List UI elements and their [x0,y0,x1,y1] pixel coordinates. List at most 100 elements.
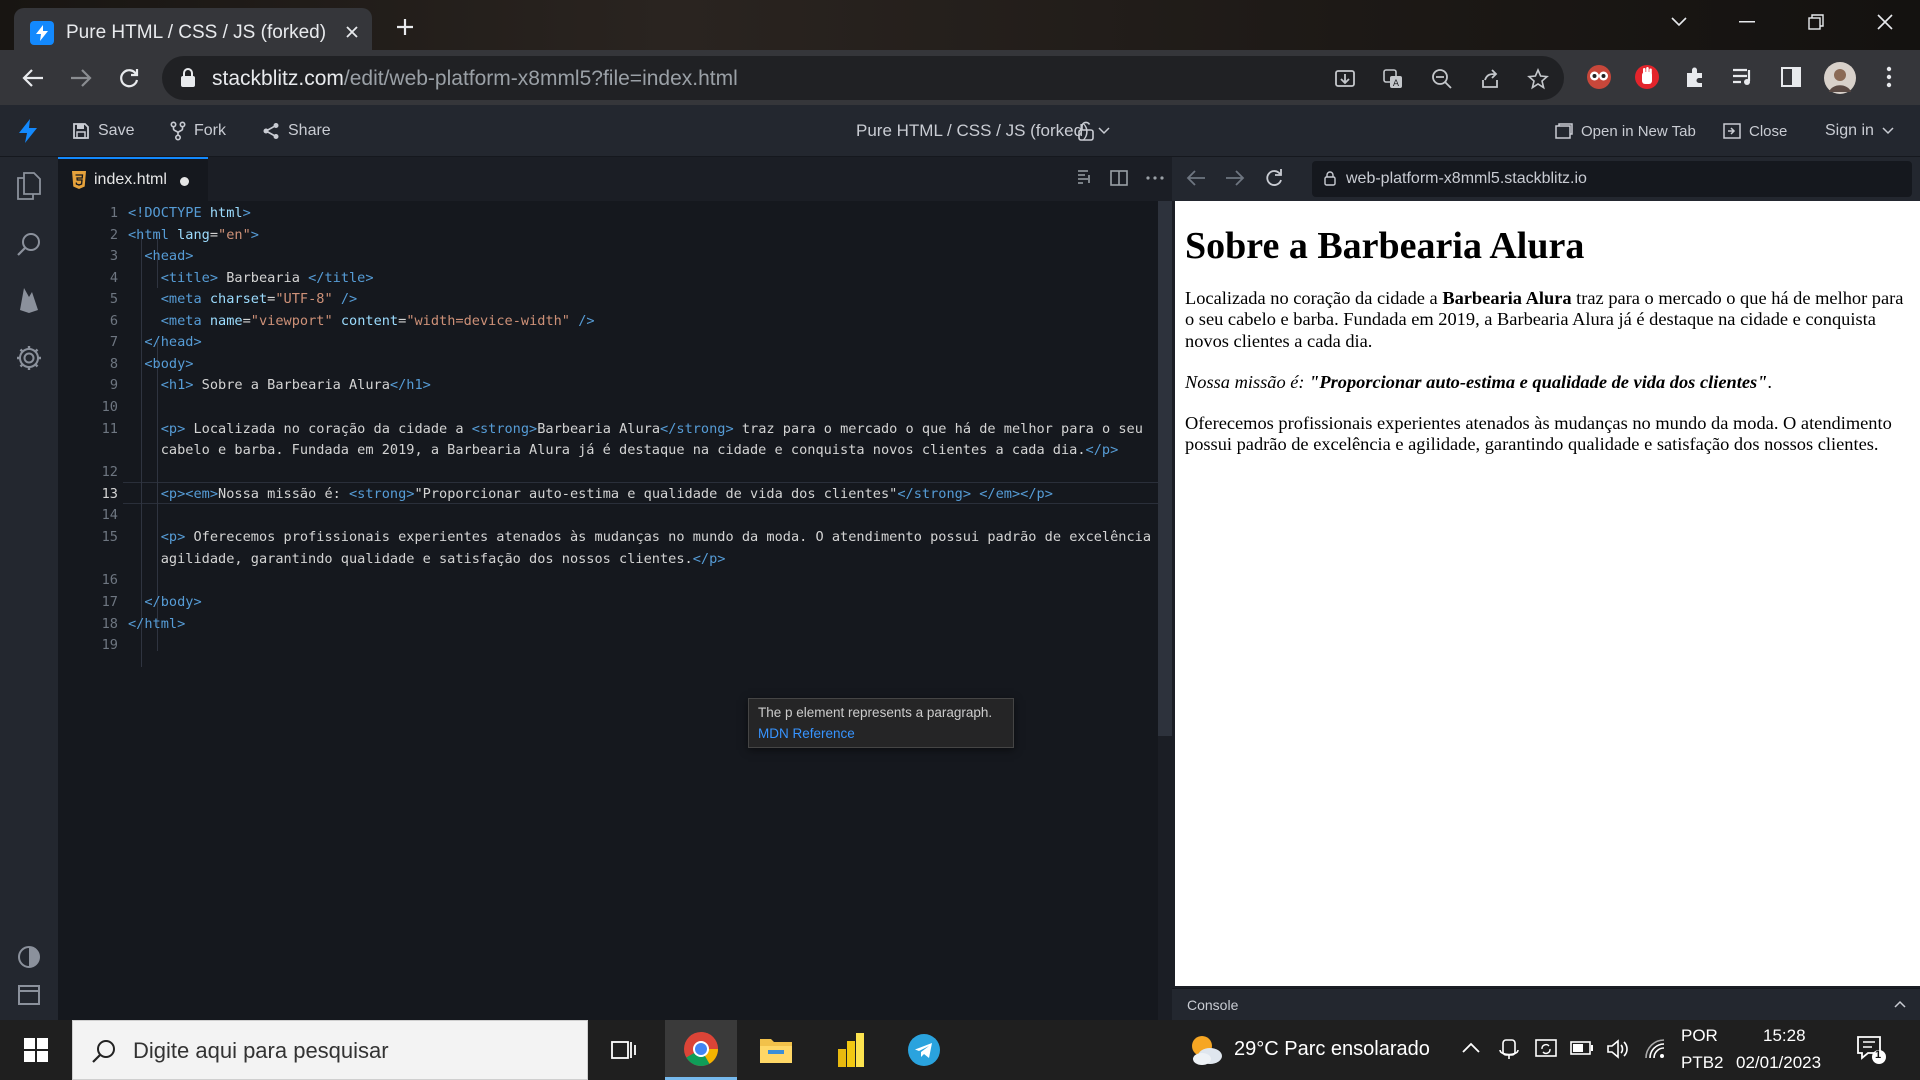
share-icon [263,123,279,139]
new-tab-button[interactable] [390,12,420,42]
language-indicator-1[interactable]: POR [1681,1026,1718,1046]
reload-icon[interactable] [114,63,144,93]
notification-badge: 1 [1875,1049,1882,1061]
extensions-puzzle-icon[interactable] [1681,63,1709,91]
preview-toolbar: web-platform-x8mml5.stackblitz.io [1172,157,1920,201]
share-button[interactable]: Share [262,119,331,143]
language-indicator-2[interactable]: PTB2 [1681,1053,1724,1073]
chevron-up-icon[interactable] [1894,1000,1906,1008]
more-actions-icon[interactable] [1146,176,1164,180]
split-editor-icon[interactable] [1110,169,1128,187]
telegram-icon[interactable] [888,1020,960,1080]
open-new-tab-label: Open in New Tab [1581,122,1696,140]
media-queue-icon[interactable] [1729,63,1757,91]
code-line: <p> Localizada no coração da cidade a <s… [160,421,1143,437]
tab-search-icon[interactable] [1659,8,1699,36]
preview-page: Sobre a Barbearia Alura Localizada no co… [1175,201,1920,986]
zoom-icon[interactable] [1429,66,1455,92]
preview-paragraph-1: Localizada no coração da cidade a Barbea… [1185,287,1904,352]
save-button[interactable]: Save [72,119,134,143]
browser-toolbar: stackblitz.com/edit/web-platform-x8mml5?… [0,50,1920,105]
preview-paragraph-2: Nossa missão é: "Proporcionar auto-estim… [1185,371,1772,392]
editor-scrollbar[interactable] [1158,201,1172,1020]
volume-icon[interactable] [1606,1038,1630,1060]
file-tab-index-html[interactable]: index.html [58,157,208,201]
notification-center-icon[interactable]: 1 [1856,1034,1886,1064]
clock-time[interactable]: 15:28 [1763,1026,1806,1046]
chrome-menu-icon[interactable] [1875,63,1903,91]
forward-arrow-icon[interactable] [66,63,96,93]
line-number: 15 [101,529,118,545]
code-line: </head> [144,334,202,350]
chevron-up-icon[interactable] [1462,1042,1480,1054]
preview-paragraph-3: Oferecemos profissionais experientes ate… [1185,412,1892,455]
open-new-tab-button[interactable]: Open in New Tab [1555,119,1696,143]
search-icon[interactable] [14,229,44,259]
preview-url-text: web-platform-x8mml5.stackblitz.io [1346,170,1587,187]
power-bi-icon[interactable] [815,1020,887,1080]
sync-icon[interactable] [1534,1038,1558,1060]
windows-start-icon[interactable] [0,1020,72,1080]
taskbar-search-box[interactable]: Digite aqui para pesquisar [72,1020,588,1080]
line-number: 10 [101,399,118,415]
stackblitz-logo-icon[interactable] [18,119,38,143]
line-number: 13 [101,486,118,502]
layout-panel-icon[interactable] [14,980,44,1010]
share-page-icon[interactable] [1477,66,1503,92]
stackblitz-favicon-icon [30,21,54,45]
theme-toggle-icon[interactable] [14,942,44,972]
weather-icon[interactable] [1188,1033,1224,1067]
visibility-toggle[interactable] [1078,119,1110,143]
format-icon[interactable] [1076,169,1092,187]
bookmark-star-icon[interactable] [1525,66,1551,92]
line-number: 9 [109,377,118,393]
profile-avatar[interactable] [1824,62,1856,94]
scrollbar-thumb[interactable] [1158,201,1172,736]
code-editor[interactable]: 1 2 3 4 5 6 7 8 9 10 11 12 13 14 15 16 17 18 19 <!DOCTYPE … [58,201,1167,1020]
code-line: <meta charset="UTF-8" /> [160,291,358,307]
console-panel-bar[interactable]: Console [1172,988,1920,1020]
meet-icon[interactable] [1498,1038,1520,1060]
code-line: <html lang="en"> [128,227,259,243]
battery-icon[interactable] [1570,1041,1594,1055]
fork-button[interactable]: Fork [170,119,226,143]
line-number: 14 [101,507,118,523]
extension-eyes-icon[interactable] [1585,63,1613,91]
weather-text[interactable]: 29°C Parc ensolarado [1234,1038,1430,1061]
mdn-reference-link[interactable]: MDN Reference [758,726,855,741]
project-title[interactable]: Pure HTML / CSS / JS (forked) [856,121,1089,141]
code-line: <!DOCTYPE html> [128,205,251,221]
unsaved-dot-icon[interactable] [180,177,189,186]
chrome-app-icon[interactable] [665,1020,737,1080]
file-explorer-icon[interactable] [740,1020,812,1080]
address-bar[interactable]: stackblitz.com/edit/web-platform-x8mml5?… [162,56,1564,100]
preview-reload-icon[interactable] [1264,168,1284,188]
browser-tab[interactable]: Pure HTML / CSS / JS (forked) - S [14,8,372,50]
search-placeholder: Digite aqui para pesquisar [133,1038,389,1063]
preview-url-field[interactable]: web-platform-x8mml5.stackblitz.io [1312,161,1912,197]
translate-icon[interactable]: A [1380,66,1406,92]
clock-date[interactable]: 02/01/2023 [1736,1053,1821,1073]
close-preview-button[interactable]: Close [1723,119,1787,143]
tab-close-icon[interactable] [340,20,364,44]
restore-icon[interactable] [1796,8,1836,36]
task-view-icon[interactable] [588,1020,660,1080]
line-number: 7 [109,334,118,350]
url-path: /edit/web-platform-x8mml5?file=index.htm… [343,67,738,90]
lock-icon[interactable] [180,68,196,88]
close-preview-icon [1723,123,1741,139]
close-window-icon[interactable] [1865,8,1905,36]
install-app-icon[interactable] [1332,66,1358,92]
html5-file-icon [72,171,86,189]
wifi-icon[interactable] [1644,1038,1666,1060]
minimize-icon[interactable] [1727,8,1767,36]
extension-hand-icon[interactable] [1633,63,1661,91]
files-icon[interactable] [14,171,44,201]
side-panel-icon[interactable] [1777,63,1805,91]
firebase-icon[interactable] [14,285,44,315]
settings-gear-icon[interactable] [14,343,44,373]
preview-forward-icon[interactable] [1225,169,1245,187]
preview-back-icon[interactable] [1186,169,1206,187]
sign-in-button[interactable]: Sign in [1825,119,1894,143]
back-arrow-icon[interactable] [18,63,48,93]
